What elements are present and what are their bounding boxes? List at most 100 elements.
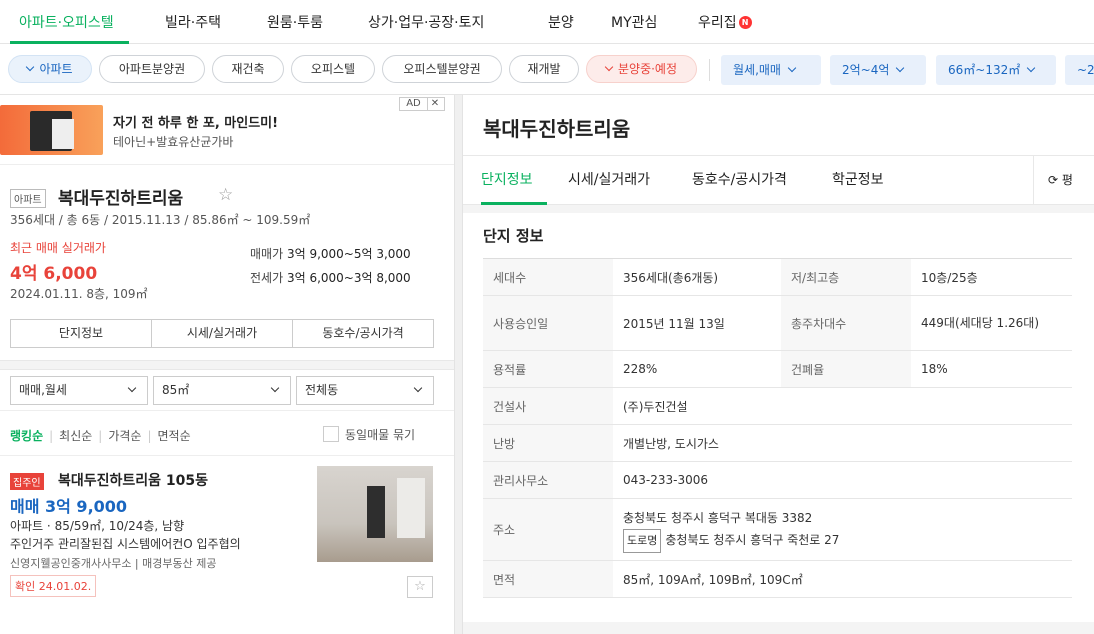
sort-latest[interactable]: 최신순 [59, 429, 92, 443]
chip-apartment[interactable]: 아파트 [8, 55, 92, 83]
table-row: 주소 충청북도 청주시 흥덕구 복대동 3382 도로명 충청북도 청주시 흥덕구… [483, 498, 1072, 561]
building-select-label: 전체동 [305, 383, 339, 397]
dropdown-trade-type[interactable]: 월세,매매 [721, 55, 821, 85]
tab-my-interest[interactable]: MY관심 [611, 12, 657, 32]
chevron-down-icon [896, 63, 905, 73]
tab-oneroom-tworoom[interactable]: 원룸·투룸 [267, 12, 323, 32]
chip-redevelopment[interactable]: 재개발 [509, 55, 579, 83]
table-value: 228% [613, 350, 781, 388]
listing-name: 복대두진하트리움 105동 [58, 473, 209, 489]
chevron-down-icon [270, 383, 280, 393]
table-key: 저/최고층 [781, 258, 911, 296]
detail-tab-unit-price[interactable]: 동호수/공시가격 [692, 169, 787, 189]
tab-presale[interactable]: 분양 [548, 12, 574, 32]
chip-presale-upcoming-label: 분양중·예정 [617, 62, 677, 76]
tab-my-home-label: 우리집 [698, 15, 737, 31]
sort-price[interactable]: 가격순 [108, 429, 141, 443]
left-panel: 자기 전 하루 한 포, 마인드미! 테아닌+발효유산균가바 AD ✕ 아파트 복… [0, 95, 454, 634]
checkbox-box [323, 426, 339, 442]
tab-villa-house[interactable]: 빌라·주택 [165, 12, 221, 32]
chip-apartment-label: 아파트 [39, 62, 73, 76]
table-value: 개별난방, 도시가스 [613, 424, 1072, 462]
table-value: 85㎡, 109A㎡, 109B㎡, 109C㎡ [613, 560, 1072, 598]
unit-price-button[interactable]: 동호수/공시가격 [293, 320, 433, 347]
table-key: 난방 [483, 424, 613, 462]
listing-confirm-date: 확인 24.01.02. [10, 575, 97, 597]
photo-door [367, 486, 385, 538]
table-value: 043-233-3006 [613, 461, 1072, 499]
complex-type-tag: 아파트 [10, 189, 46, 208]
table-row: 용적률 228% 건폐율 18% [483, 350, 1072, 388]
recent-trade-label: 최근 매매 실거래가 [10, 241, 106, 255]
table-row: 면적 85㎡, 109A㎡, 109B㎡, 109C㎡ [483, 560, 1072, 598]
sort-area[interactable]: 면적순 [158, 429, 191, 443]
sale-price-row: 매매가 3억 9,000~5억 3,000 [250, 245, 411, 262]
sale-price-label: 매매가 [250, 247, 284, 261]
road-name-tag: 도로명 [623, 528, 662, 553]
tab-apartment-officetel[interactable]: 아파트·오피스텔 [19, 12, 114, 32]
dropdown-more[interactable]: ~2 [1065, 55, 1094, 85]
section-divider [463, 205, 1094, 213]
table-key: 주소 [483, 498, 613, 561]
table-key: 총주차대수 [781, 295, 911, 351]
ad-title: 자기 전 하루 한 포, 마인드미! [113, 116, 279, 131]
sort-ranking[interactable]: 랭킹순 [10, 429, 43, 443]
sort-options: 랭킹순 | 최신순 | 가격순 | 면적순 [10, 429, 191, 443]
ad-banner[interactable]: 자기 전 하루 한 포, 마인드미! 테아닌+발효유산균가바 AD ✕ [0, 95, 454, 165]
dropdown-area[interactable]: 66㎡~132㎡ [936, 55, 1056, 85]
listing-spec: 아파트 · 85/59㎡, 10/24층, 남향 [10, 519, 185, 533]
detail-panel: 복대두진하트리움 단지정보 시세/실거래가 동호수/공시가격 학군정보 ⟳ 평 … [463, 95, 1094, 634]
address-road-line: 도로명 충청북도 청주시 흥덕구 죽천로 27 [623, 528, 1062, 553]
chip-apartment-presale[interactable]: 아파트분양권 [99, 55, 205, 83]
chip-officetel-presale[interactable]: 오피스텔분양권 [382, 55, 502, 83]
table-key: 건설사 [483, 387, 613, 425]
listing-item[interactable]: 집주인 복대두진하트리움 105동 매매 3억 9,000 아파트 · 85/5… [0, 455, 454, 615]
detail-tab-complex-info[interactable]: 단지정보 [481, 169, 533, 189]
building-select[interactable]: 전체동 [296, 376, 434, 405]
dropdown-price[interactable]: 2억~4억 [830, 55, 926, 85]
jeonse-price-label: 전세가 [250, 271, 284, 285]
star-icon[interactable]: ☆ [218, 185, 233, 205]
group-same-listing-checkbox[interactable]: 동일매물 묶기 [323, 426, 415, 443]
table-key: 용적률 [483, 350, 613, 388]
detail-tab-school[interactable]: 학군정보 [832, 169, 884, 189]
table-row: 사용승인일 2015년 11월 13일 총주차대수 449대(세대당 1.26대… [483, 295, 1072, 351]
listing-photo[interactable] [317, 466, 433, 562]
chevron-down-icon [787, 63, 797, 73]
jeonse-price-range: 3억 6,000~3억 8,000 [286, 271, 411, 285]
detail-title: 복대두진하트리움 [483, 117, 631, 141]
owner-tag: 집주인 [10, 473, 44, 490]
market-price-button[interactable]: 시세/실거래가 [152, 320, 293, 347]
area-select[interactable]: 85㎡ [153, 376, 291, 405]
chevron-down-icon [1026, 63, 1036, 73]
complex-info-button[interactable]: 단지정보 [11, 320, 152, 347]
recent-trade-date: 2024.01.11. 8층, 109㎡ [10, 287, 148, 301]
panel-divider[interactable] [454, 95, 463, 634]
complex-button-row: 단지정보 시세/실거래가 동호수/공시가격 [10, 319, 434, 348]
address-lot: 충청북도 청주시 흥덕구 복대동 3382 [623, 510, 813, 525]
divider [0, 410, 454, 411]
dropdown-area-label: 66㎡~132㎡ [948, 63, 1021, 77]
complex-name: 복대두진하트리움 [58, 189, 184, 209]
chip-officetel[interactable]: 오피스텔 [291, 55, 375, 83]
favorite-star-icon[interactable]: ☆ [407, 576, 433, 598]
table-key: 관리사무소 [483, 461, 613, 499]
group-same-listing-label: 동일매물 묶기 [345, 428, 416, 442]
pyeong-toggle[interactable]: ⟳ 평 [1033, 156, 1094, 204]
table-row: 관리사무소 043-233-3006 [483, 461, 1072, 499]
detail-tab-market-price[interactable]: 시세/실거래가 [568, 169, 650, 189]
ad-close-icon[interactable]: ✕ [428, 98, 442, 110]
jeonse-price-row: 전세가 3억 6,000~3억 8,000 [250, 269, 411, 286]
trade-type-select-label: 매매,월세 [19, 383, 67, 397]
chip-presale-upcoming[interactable]: 분양중·예정 [586, 55, 697, 83]
trade-type-select[interactable]: 매매,월세 [10, 376, 148, 405]
chip-reconstruction[interactable]: 재건축 [212, 55, 284, 83]
tab-my-home[interactable]: 우리집 N [698, 12, 752, 32]
bottom-divider [463, 622, 1094, 634]
new-badge: N [738, 16, 752, 29]
ad-badge: AD ✕ [399, 97, 445, 111]
address-road: 충청북도 청주시 흥덕구 죽천로 27 [665, 532, 840, 547]
ad-image [0, 105, 103, 155]
tab-commercial-land[interactable]: 상가·업무·공장·토지 [368, 12, 484, 32]
table-value: 18% [911, 350, 1072, 388]
